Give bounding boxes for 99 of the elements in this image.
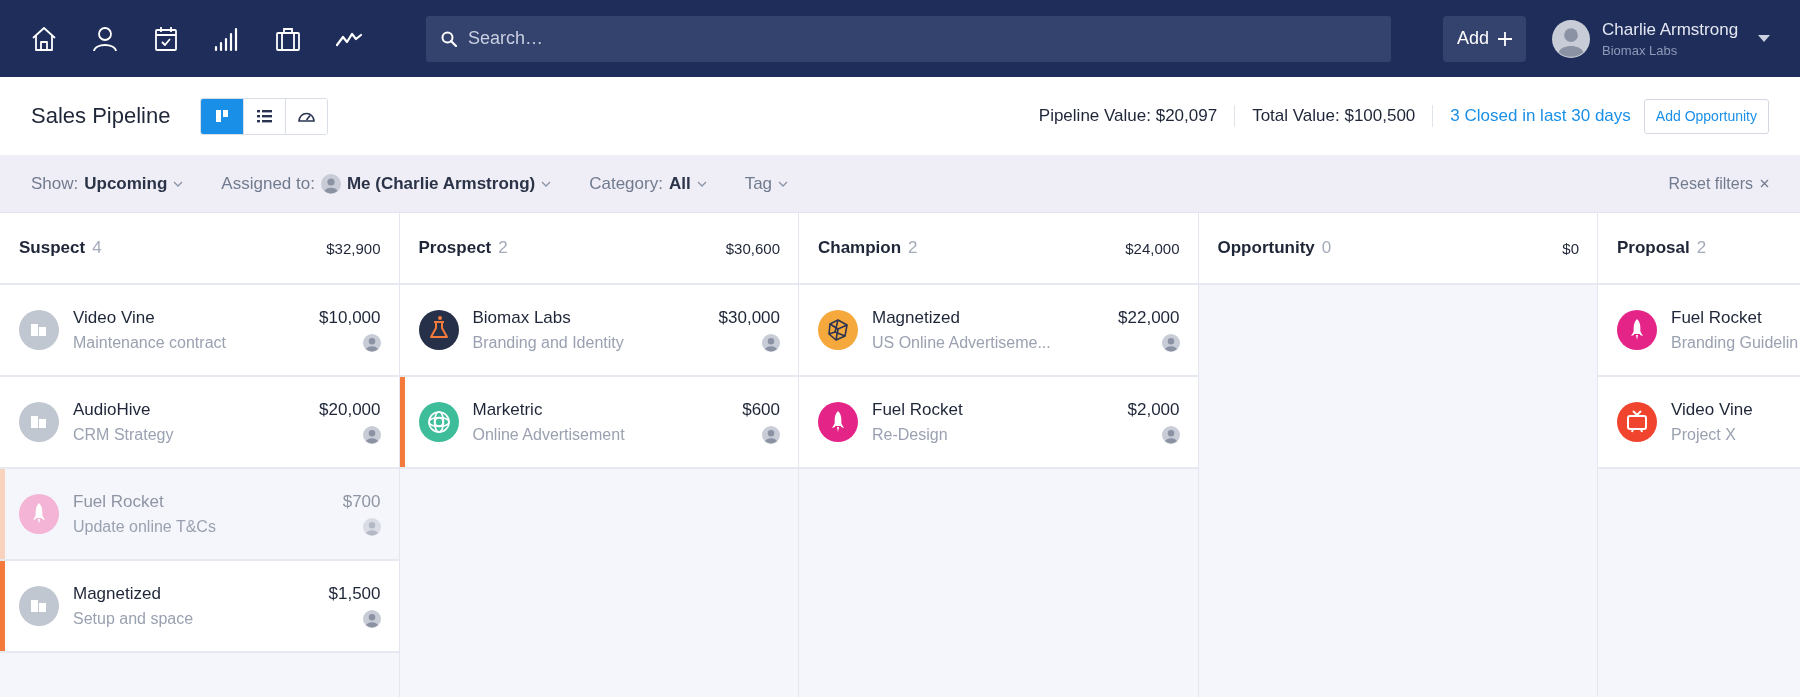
- deal-company: Video Vine: [1671, 400, 1754, 420]
- column-count: 2: [1696, 238, 1707, 258]
- deal-company: Fuel Rocket: [73, 492, 165, 512]
- deal-amount: $700: [342, 492, 381, 512]
- column-total: $32,900: [326, 239, 381, 257]
- caret-icon: [778, 180, 789, 187]
- pipeline-value: Pipeline Value: $20,097: [1038, 106, 1218, 126]
- deal-card[interactable]: Magnetized US Online Advertiseme... $22,000: [799, 285, 1198, 377]
- column-title: Opportunity: [1217, 238, 1315, 258]
- deal-name: Update online T&Cs: [73, 518, 217, 536]
- owner-avatar: [362, 334, 381, 352]
- filter-dropdown[interactable]: Show: Upcoming: [31, 173, 184, 194]
- closed-deals-link[interactable]: 3 Closed in last 30 days: [1450, 106, 1631, 126]
- avatar: [320, 173, 341, 194]
- rings-logo-icon: [418, 402, 459, 442]
- deal-name: Branding Guidelin: [1671, 334, 1799, 352]
- deal-amount: $20,000: [319, 400, 381, 420]
- deal-card[interactable]: Marketric Online Advertisement $600: [399, 377, 798, 469]
- filter-dropdown[interactable]: Tag: [744, 173, 789, 194]
- person-icon[interactable]: [91, 24, 119, 53]
- column-count: 2: [908, 238, 918, 258]
- close-icon: [1760, 179, 1769, 188]
- deal-name: Project X: [1671, 426, 1737, 444]
- deal-company: Marketric: [472, 400, 544, 420]
- column-total: $30,600: [725, 239, 780, 257]
- deal-amount: $22,000: [1118, 308, 1180, 328]
- search-field[interactable]: Search…: [426, 15, 1391, 62]
- deal-name: CRM Strategy: [73, 426, 175, 444]
- owner-avatar: [362, 610, 381, 628]
- calendar-icon[interactable]: [152, 24, 180, 53]
- column-title: Champion: [818, 238, 902, 258]
- caret-icon: [541, 180, 552, 187]
- reset-filters-button[interactable]: Reset filters: [1668, 174, 1769, 193]
- filter-dropdown[interactable]: Assigned to: Me (Charlie Armstrong): [221, 173, 552, 194]
- deal-company: Magnetized: [73, 584, 162, 604]
- column-count: 4: [92, 238, 102, 258]
- plus-icon: [1498, 31, 1513, 46]
- owner-avatar: [762, 426, 780, 444]
- deal-card[interactable]: Video Vine Maintenance contract $10,000: [0, 285, 399, 377]
- deal-amount: $10,000: [319, 308, 381, 328]
- column-title: Proposal: [1617, 238, 1690, 258]
- building-logo-icon: [19, 402, 59, 442]
- rocket-logo-icon: [1617, 310, 1657, 350]
- deal-name: Maintenance contract: [73, 334, 227, 352]
- deal-amount: $30,000: [718, 308, 780, 328]
- filter-dropdown[interactable]: Category: All: [589, 173, 707, 194]
- deal-company: Video Vine: [73, 308, 156, 328]
- owner-avatar: [1161, 334, 1180, 352]
- owner-avatar: [762, 334, 780, 352]
- column-count: 0: [1321, 238, 1332, 258]
- deal-card[interactable]: Biomax Labs Branding and Identity $30,000: [399, 285, 798, 377]
- deal-company: Fuel Rocket: [872, 400, 964, 420]
- deal-card[interactable]: Fuel Rocket Re-Design $2,000: [799, 377, 1198, 469]
- column-title: Suspect: [19, 238, 86, 258]
- deal-amount: $2,000: [1127, 400, 1180, 420]
- user-name: Charlie Armstrong: [1602, 19, 1740, 40]
- user-company: Biomax Labs: [1602, 42, 1679, 58]
- deal-company: Fuel Rocket: [1671, 308, 1763, 328]
- deal-card[interactable]: Magnetized Setup and space $1,500: [0, 561, 399, 653]
- user-avatar: [1552, 19, 1591, 58]
- gauge-view-toggle[interactable]: [285, 98, 328, 134]
- building-logo-icon: [19, 310, 59, 350]
- deal-name: Branding and Identity: [472, 334, 625, 352]
- column-total: $24,000: [1125, 239, 1180, 257]
- deal-company: AudioHive: [73, 400, 152, 420]
- add-opportunity-button[interactable]: Add Opportunity: [1643, 98, 1769, 134]
- deal-card[interactable]: AudioHive CRM Strategy $20,000: [0, 377, 399, 469]
- cube-logo-icon: [818, 310, 858, 350]
- caret-icon: [696, 180, 707, 187]
- column-title: Prospect: [418, 238, 492, 258]
- deal-company: Biomax Labs: [472, 308, 572, 328]
- page-title: Sales Pipeline: [31, 103, 171, 129]
- deal-name: Setup and space: [73, 610, 195, 628]
- rocket-logo-icon: [19, 494, 59, 534]
- home-icon[interactable]: [30, 24, 58, 53]
- deal-card[interactable]: Fuel Rocket Branding Guidelin: [1598, 285, 1800, 377]
- deal-card[interactable]: Video Vine Project X: [1598, 377, 1800, 469]
- deal-name: Online Advertisement: [472, 426, 626, 444]
- dropdown-caret-icon[interactable]: [1758, 35, 1770, 42]
- owner-avatar: [362, 518, 381, 536]
- owner-avatar: [1161, 426, 1180, 444]
- list-view-icon: [255, 107, 275, 125]
- deal-name: Re-Design: [872, 426, 949, 444]
- deal-company: Magnetized: [872, 308, 961, 328]
- column-total: $0: [1562, 239, 1579, 257]
- total-value: Total Value: $100,500: [1252, 106, 1416, 126]
- rocket-logo-icon: [818, 402, 858, 442]
- search-icon: [441, 30, 457, 47]
- caret-icon: [173, 180, 184, 187]
- add-button[interactable]: Add: [1443, 15, 1527, 62]
- deal-amount: $1,500: [328, 584, 381, 604]
- tv-logo-icon: [1617, 402, 1657, 442]
- board-view-toggle[interactable]: [201, 98, 244, 134]
- owner-avatar: [362, 426, 381, 444]
- deal-amount: $600: [742, 400, 780, 420]
- flask-logo-icon: [418, 310, 459, 350]
- building-logo-icon: [19, 586, 59, 626]
- column-count: 2: [498, 238, 508, 258]
- deal-name: US Online Advertiseme...: [872, 334, 1052, 352]
